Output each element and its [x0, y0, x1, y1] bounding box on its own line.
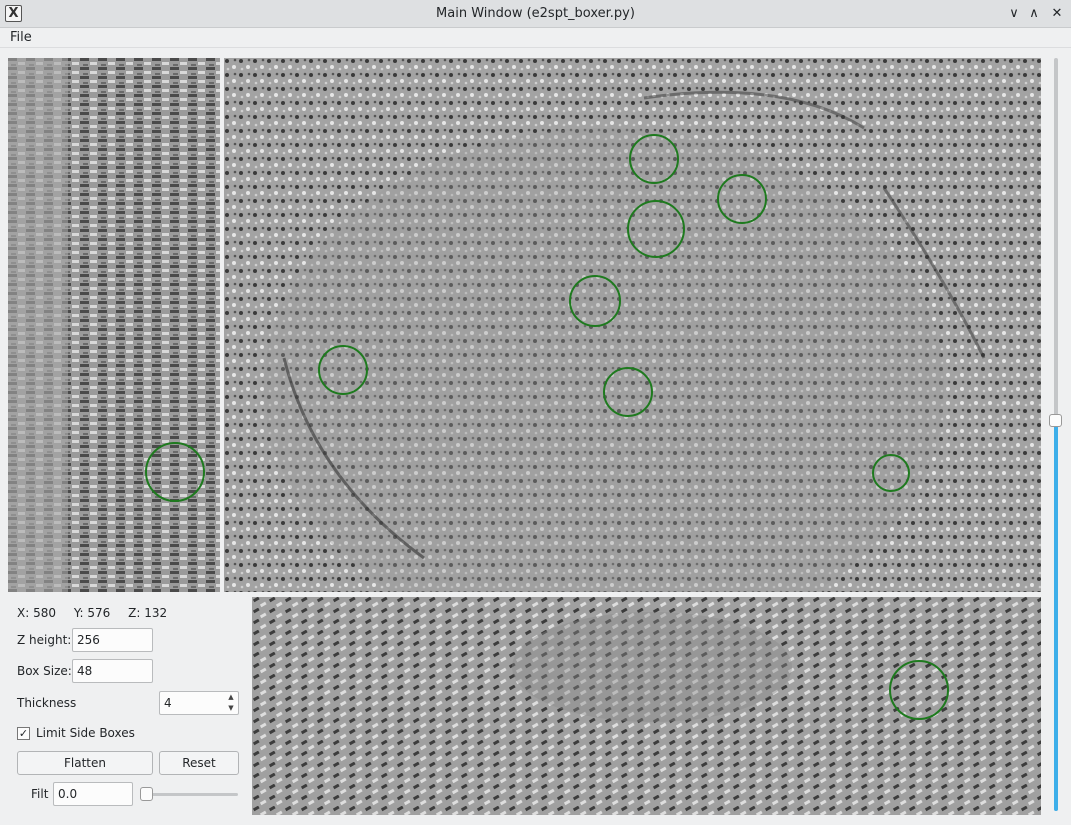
coordinate-readout: X: 580 Y: 576 Z: 132 [17, 606, 181, 620]
spin-up-icon[interactable]: ▲ [225, 692, 237, 703]
reset-button[interactable]: Reset [159, 751, 239, 775]
filt-input[interactable]: 0.0 [53, 782, 133, 806]
filt-slider-handle[interactable] [140, 787, 153, 801]
box-size-input[interactable]: 48 [72, 659, 153, 683]
z-slider-fill [1054, 423, 1058, 811]
coord-x: X: 580 [17, 606, 56, 620]
spin-down-icon[interactable]: ▼ [225, 703, 237, 714]
limit-side-boxes-checkbox[interactable]: ✓ [17, 727, 30, 740]
bottom-xz-view-image[interactable] [252, 597, 1041, 815]
title-bar: X Main Window (e2spt_boxer.py) ∨ ∧ ✕ [0, 0, 1071, 28]
maximize-icon[interactable]: ∧ [1024, 4, 1044, 24]
checkmark-icon: ✓ [18, 727, 29, 740]
thickness-label: Thickness [17, 696, 77, 710]
minimize-icon[interactable]: ∨ [1004, 4, 1024, 24]
window-title: Main Window (e2spt_boxer.py) [436, 6, 635, 21]
filt-label: Filt [31, 787, 49, 801]
box-size-label: Box Size: [17, 664, 72, 678]
filt-slider-track[interactable] [142, 793, 238, 796]
menu-bar: File [0, 28, 1071, 48]
coord-z: Z: 132 [128, 606, 168, 620]
menu-file[interactable]: File [10, 30, 32, 45]
z-height-input[interactable]: 256 [72, 628, 153, 652]
side-view-image[interactable] [8, 58, 220, 592]
z-slider-handle[interactable] [1049, 414, 1062, 427]
flatten-button[interactable]: Flatten [17, 751, 153, 775]
limit-side-boxes-label: Limit Side Boxes [36, 726, 135, 740]
close-icon[interactable]: ✕ [1047, 4, 1067, 24]
main-xy-view-image[interactable] [224, 58, 1041, 592]
coord-y: Y: 576 [73, 606, 111, 620]
z-height-label: Z height: [17, 633, 72, 647]
